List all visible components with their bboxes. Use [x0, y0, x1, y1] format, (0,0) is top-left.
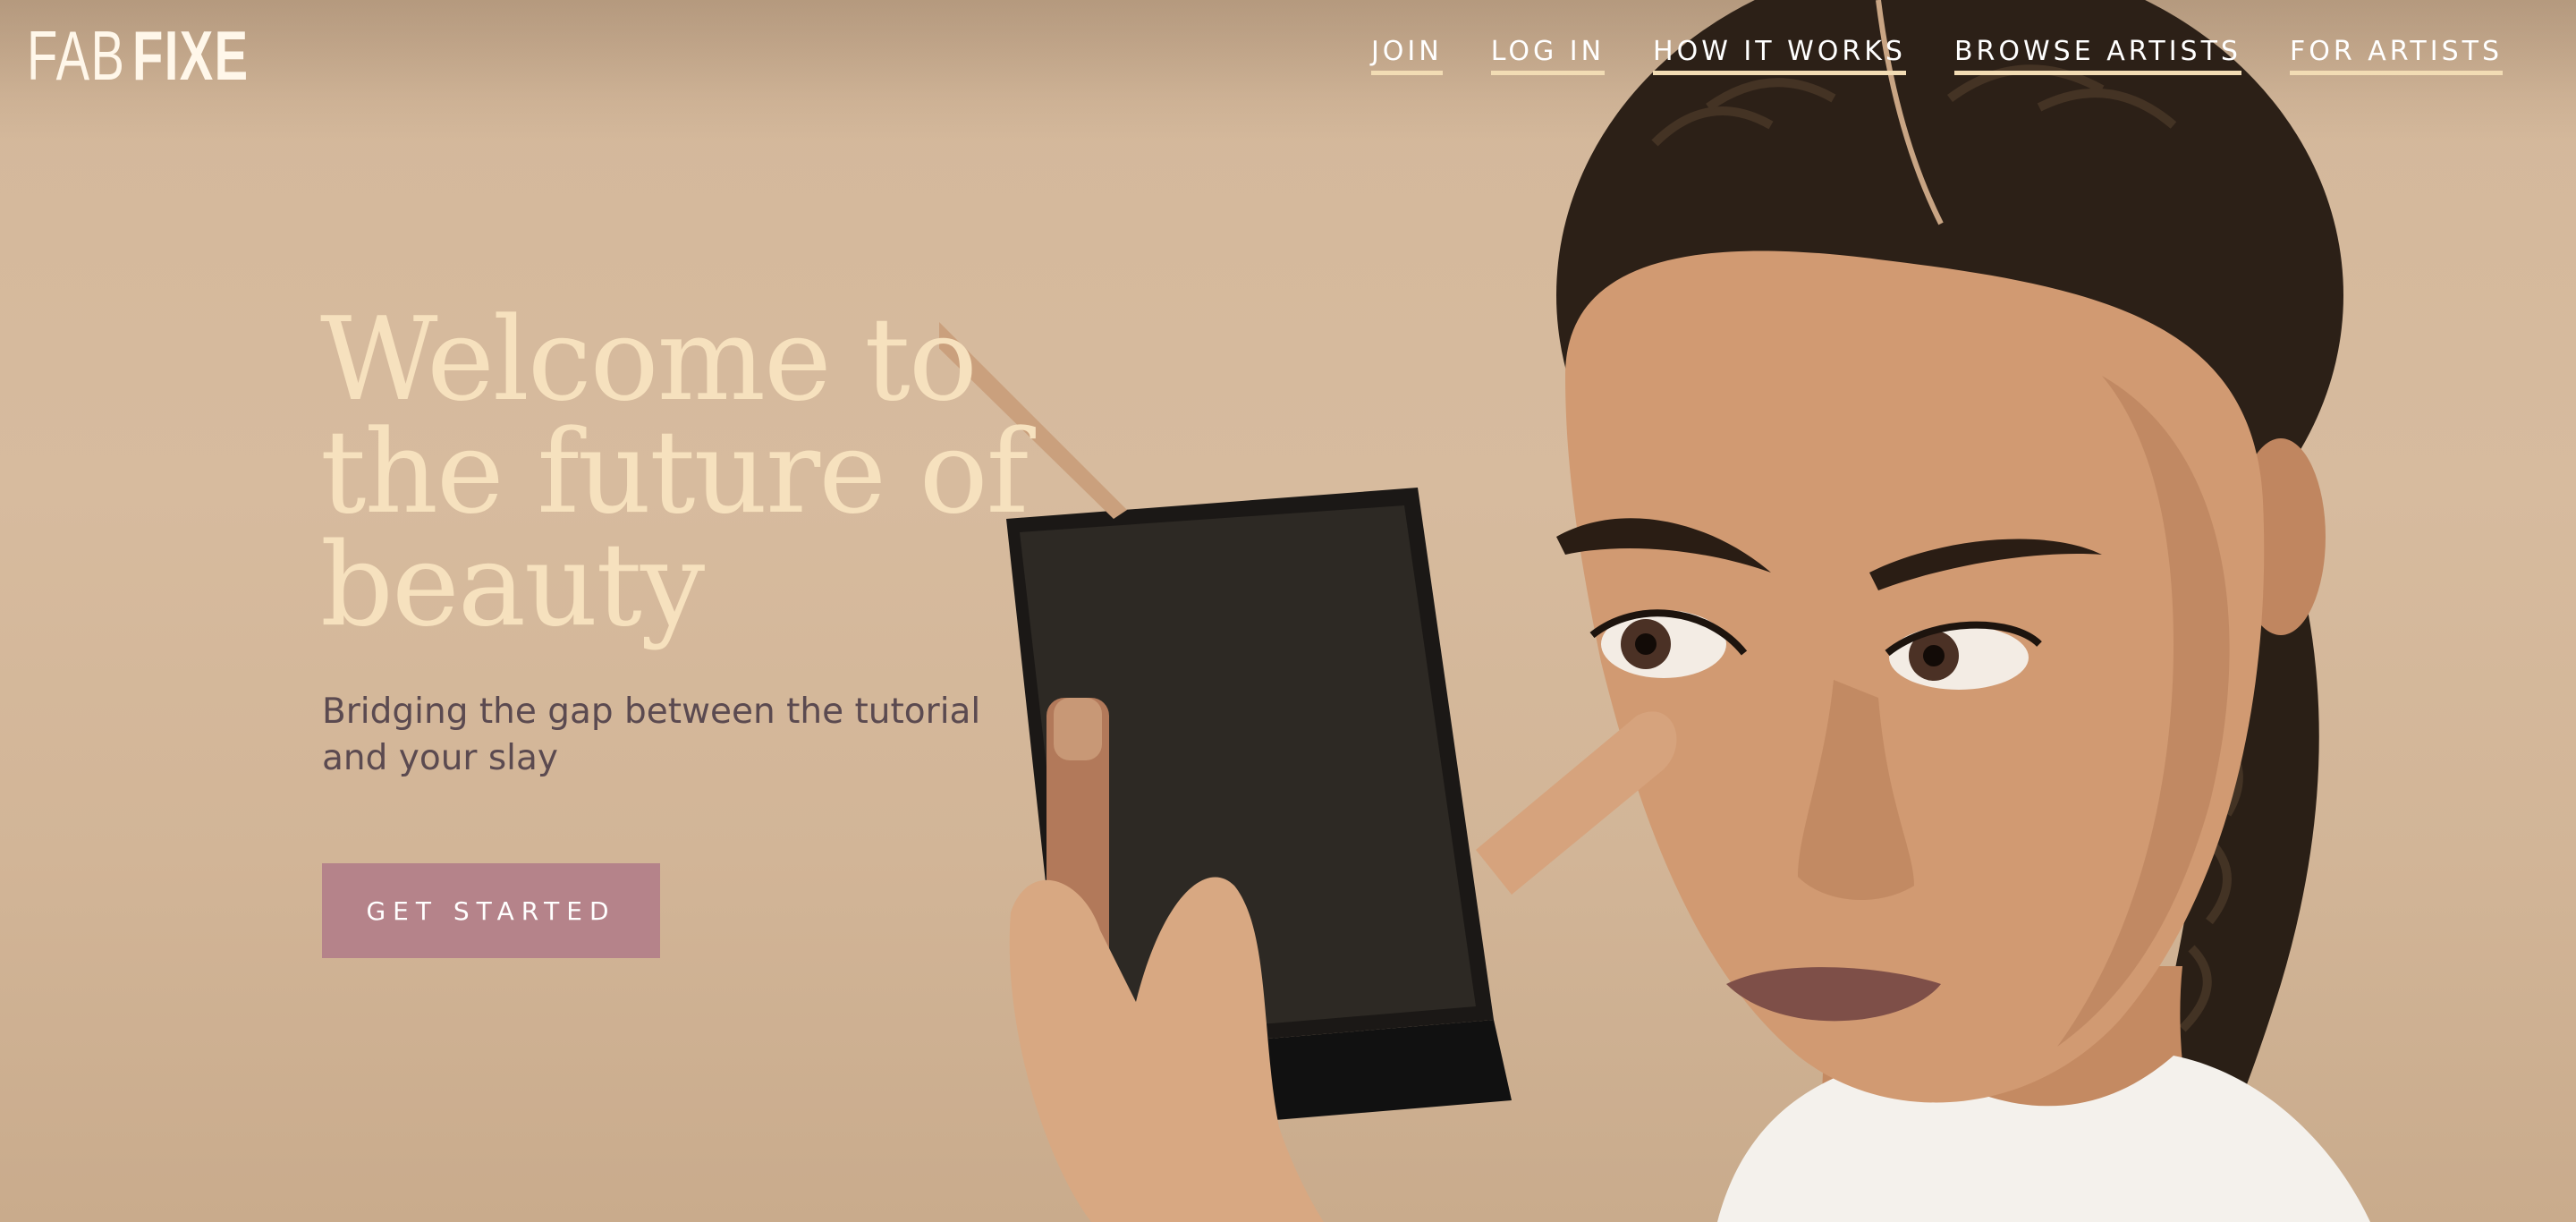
hero-headline: Welcome to the future of beauty [320, 293, 1029, 652]
get-started-button[interactable]: GET STARTED [322, 863, 660, 958]
hero-section: FAB FIXE JOIN LOG IN HOW IT WORKS BROWSE … [0, 0, 2576, 1222]
nav-log-in[interactable]: LOG IN [1490, 36, 1606, 75]
hero-photo [939, 0, 2370, 1222]
logo-bold-text: FIXE [132, 16, 250, 95]
main-nav: JOIN LOG IN HOW IT WORKS BROWSE ARTISTS … [1370, 36, 2503, 75]
hero-subheadline: Bridging the gap between the tutorial an… [322, 692, 981, 778]
nav-for-artists[interactable]: FOR ARTISTS [2289, 36, 2503, 75]
nav-join[interactable]: JOIN [1370, 36, 1443, 75]
logo[interactable]: FAB FIXE [27, 20, 294, 91]
nav-browse-artists[interactable]: BROWSE ARTISTS [1953, 36, 2241, 75]
nav-how-it-works[interactable]: HOW IT WORKS [1653, 36, 1906, 75]
logo-light-text: FAB [27, 16, 126, 95]
